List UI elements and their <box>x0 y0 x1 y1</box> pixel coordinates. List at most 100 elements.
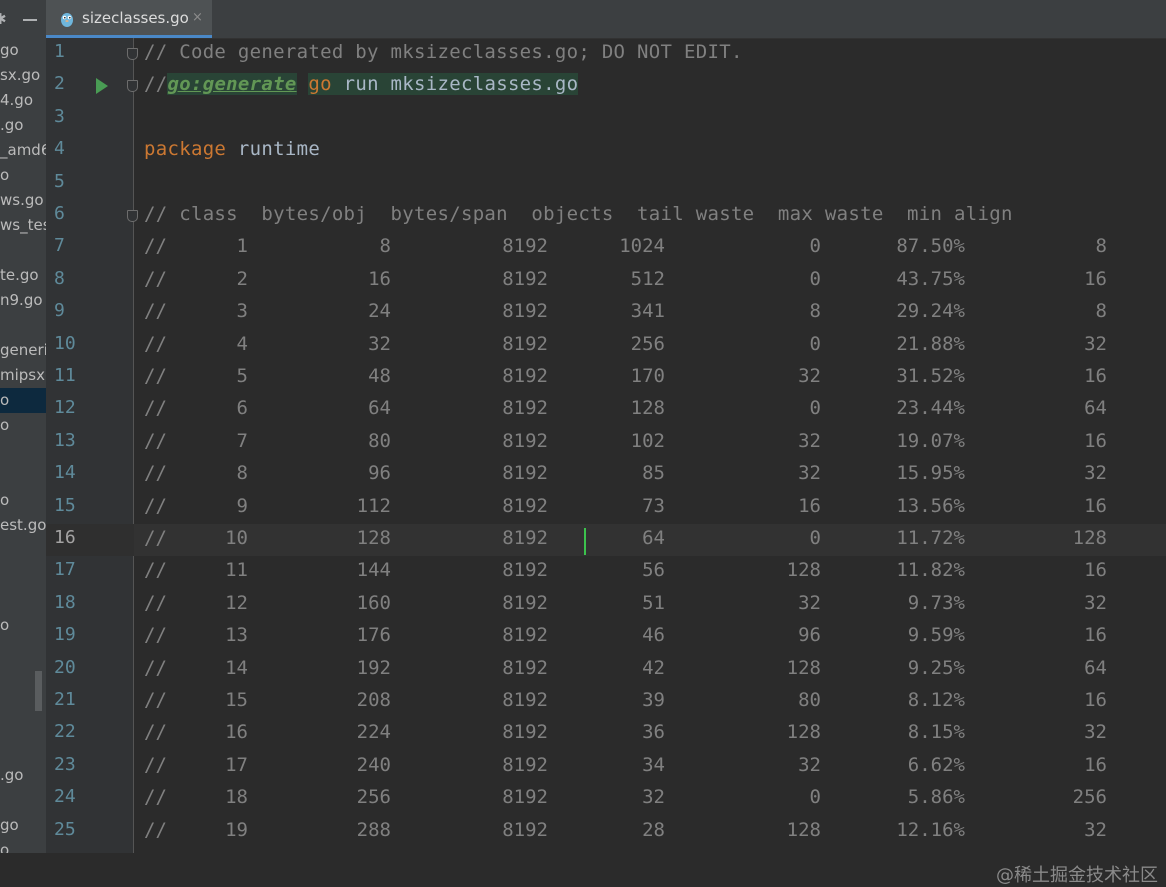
line-number: 4 <box>54 138 65 160</box>
panel-scrollbar[interactable] <box>35 671 42 711</box>
table-cell-max-waste: 11.72% <box>896 527 965 549</box>
table-cell-objects: 64 <box>642 527 665 549</box>
table-cell-class: 17 <box>225 753 248 776</box>
table-cell-bytes-obj: 96 <box>368 462 391 485</box>
table-cell-bytes-obj: 192 <box>356 656 391 679</box>
minimize-icon[interactable] <box>23 19 37 21</box>
table-cell-objects: 51 <box>642 591 665 614</box>
file-tree-item[interactable] <box>0 588 46 613</box>
table-cell-class: 12 <box>225 591 248 614</box>
file-tree-item[interactable]: _amd64 <box>0 138 46 163</box>
fold-icon[interactable] <box>127 48 138 60</box>
file-tree-item-label: generic <box>0 341 46 359</box>
table-cell-bytes-span: 8192 <box>502 818 548 841</box>
file-tree-item[interactable]: ws.go <box>0 188 46 213</box>
file-tree-item[interactable]: o <box>0 488 46 513</box>
line-number: 19 <box>54 624 76 646</box>
code-line: 14 // 8 96 8192 85 32 15.95% 32 <box>46 459 1166 491</box>
file-tree-item[interactable]: mipsx.go <box>0 363 46 388</box>
table-cell-max-waste: 9.73% <box>907 591 965 614</box>
table-cell-bytes-span: 8192 <box>502 462 548 485</box>
table-cell-bytes-obj: 16 <box>368 267 391 290</box>
file-tree-item[interactable] <box>0 713 46 738</box>
file-tree-item[interactable]: o <box>0 838 46 853</box>
file-tree-item[interactable]: ws_test <box>0 213 46 238</box>
file-tree-item[interactable] <box>0 563 46 588</box>
file-tree-item[interactable]: o <box>0 613 46 638</box>
table-cell-min-align: 16 <box>1084 365 1107 387</box>
file-tree-item-label: go <box>0 816 19 834</box>
file-tree-item[interactable]: 4.go <box>0 88 46 113</box>
file-tree-item[interactable] <box>0 313 46 338</box>
table-cell-objects: 56 <box>642 559 665 582</box>
line-number: 22 <box>54 721 76 743</box>
table-cell-min-align: 16 <box>1084 753 1107 776</box>
file-tree-item[interactable] <box>0 438 46 463</box>
table-cell-bytes-obj: 256 <box>356 786 391 809</box>
file-tree-item[interactable]: go <box>0 813 46 838</box>
table-cell-objects: 46 <box>642 624 665 647</box>
line-number: 16 <box>54 527 76 548</box>
table-cell-max-waste: 43.75% <box>896 267 965 290</box>
table-cell-objects: 28 <box>642 818 665 841</box>
table-cell-bytes-obj: 160 <box>356 591 391 614</box>
file-tree-item[interactable]: o <box>0 413 46 438</box>
table-cell-tail-waste: 128 <box>786 656 821 679</box>
run-icon[interactable] <box>96 78 108 95</box>
table-cell-objects: 341 <box>630 300 665 323</box>
file-tree-item[interactable]: n9.go <box>0 288 46 313</box>
file-tree-item[interactable]: .go <box>0 763 46 788</box>
file-tree-item[interactable] <box>0 463 46 488</box>
table-cell-min-align: 16 <box>1084 494 1107 517</box>
file-tree-item[interactable] <box>0 638 46 663</box>
file-tree-item[interactable] <box>0 538 46 563</box>
file-tree-item-label: est.go <box>0 516 46 534</box>
file-tree-item[interactable]: go <box>0 38 46 63</box>
code-line: 18 // 12 160 8192 51 32 9.73% 32 <box>46 589 1166 621</box>
file-tree-item-label: .go <box>0 766 24 784</box>
gear-icon[interactable]: ✱ <box>0 10 7 28</box>
file-tree-item-label: 4.go <box>0 91 34 109</box>
file-tree-item[interactable]: .go <box>0 113 46 138</box>
table-cell-max-waste: 19.07% <box>896 429 965 452</box>
table-cell-class: 8 <box>236 462 248 485</box>
table-cell-max-waste: 9.59% <box>907 624 965 647</box>
code-line: 20 // 14 192 8192 42 128 9.25% 64 <box>46 654 1166 686</box>
tab-sizeclasses-go[interactable]: sizeclasses.go × <box>46 0 212 38</box>
table-cell-objects: 512 <box>630 267 665 290</box>
file-tree-item[interactable] <box>0 738 46 763</box>
go-generate-directive: //go:generate go run mksizeclasses.go <box>144 73 579 96</box>
table-cell-class: 3 <box>236 300 248 323</box>
line-number: 1 <box>54 41 65 62</box>
table-cell-max-waste: 12.16% <box>896 818 965 841</box>
fold-icon[interactable] <box>127 80 138 93</box>
file-tree-item[interactable]: te.go <box>0 263 46 288</box>
table-cell-max-waste: 8.12% <box>907 689 965 711</box>
code-line: 13 // 7 80 8192 102 32 19.07% 16 <box>46 427 1166 459</box>
fold-icon[interactable] <box>127 210 138 222</box>
file-tree-item[interactable] <box>0 238 46 263</box>
file-tree-item[interactable]: est.go <box>0 513 46 538</box>
file-tree-item-label: o <box>0 416 10 434</box>
file-tree-item[interactable]: o <box>0 388 46 413</box>
table-cell-tail-waste: 0 <box>809 786 821 809</box>
code-editor[interactable]: 1 // Code generated by mksizeclasses.go;… <box>46 38 1166 886</box>
file-tree-item[interactable] <box>0 788 46 813</box>
table-cell-bytes-span: 8192 <box>502 721 548 744</box>
file-tree-item-label: sx.go <box>0 66 41 84</box>
file-tree-item[interactable]: o <box>0 163 46 188</box>
table-cell-tail-waste: 0 <box>809 267 821 290</box>
file-tree-item-label: o <box>0 491 10 509</box>
table-cell-objects: 34 <box>642 753 665 776</box>
file-tree-item-label: _amd64 <box>0 141 46 159</box>
table-cell-bytes-span: 8192 <box>502 591 548 614</box>
close-icon[interactable]: × <box>192 10 203 25</box>
line-number: 12 <box>54 397 76 419</box>
file-tree-item[interactable]: generic <box>0 338 46 363</box>
table-cell-max-waste: 15.95% <box>896 462 965 485</box>
table-cell-objects: 42 <box>642 656 665 679</box>
table-cell-objects: 128 <box>630 397 665 420</box>
file-tree-item[interactable]: sx.go <box>0 63 46 88</box>
table-cell-min-align: 32 <box>1084 591 1107 614</box>
table-cell-bytes-obj: 112 <box>356 494 391 517</box>
